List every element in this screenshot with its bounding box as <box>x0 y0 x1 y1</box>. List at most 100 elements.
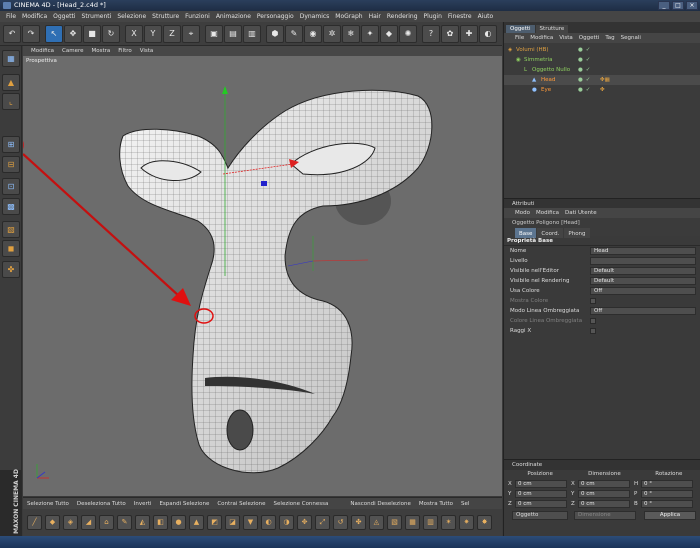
scene-object-icon[interactable]: ✦ <box>361 24 379 43</box>
tag-icon[interactable]: ✤▦ <box>600 75 610 85</box>
split-icon[interactable]: ▦ <box>405 515 420 530</box>
array-icon[interactable]: ✲ <box>323 24 341 43</box>
set-point-value-icon[interactable]: ▼ <box>243 515 258 530</box>
mirror-icon[interactable]: ◧ <box>153 515 168 530</box>
triangulate-icon[interactable]: ◬ <box>369 515 384 530</box>
display-color-swatch[interactable] <box>590 298 596 304</box>
make-editable-icon[interactable]: ▦ <box>2 50 20 67</box>
layer-field[interactable] <box>590 257 696 265</box>
reverse-normals-icon[interactable]: ✷ <box>459 515 474 530</box>
coordinate-mode-dropdown[interactable]: Oggetto <box>512 511 568 520</box>
spline-pen-icon[interactable]: ✎ <box>285 24 303 43</box>
visibility-dots[interactable]: ●✓ <box>578 65 593 75</box>
uv-mode-icon[interactable]: ▩ <box>2 198 20 215</box>
cube-icon[interactable]: ⬢ <box>266 24 284 43</box>
menu-hair[interactable]: Hair <box>366 13 384 20</box>
model-mode-icon[interactable]: ▲ <box>2 74 20 91</box>
menu-file[interactable]: File <box>3 13 19 20</box>
viewport-menu-camere[interactable]: Camere <box>58 48 87 54</box>
visibility-dots[interactable]: ●✓ <box>578 55 593 65</box>
viewport-menu-mostra[interactable]: Mostra <box>87 48 114 54</box>
redo-icon[interactable]: ↷ <box>22 24 40 43</box>
move-icon[interactable]: ✥ <box>64 24 82 43</box>
apply-button[interactable]: Applica <box>644 511 696 520</box>
axis-y-handle[interactable] <box>222 86 228 94</box>
polygon-pen-icon[interactable]: ↺ <box>333 515 348 530</box>
xray-checkbox[interactable] <box>590 328 596 334</box>
weld-icon[interactable]: ● <box>171 515 186 530</box>
menu-aiuto[interactable]: Aiuto <box>475 13 497 20</box>
tag-icon[interactable]: ✤ <box>600 85 605 95</box>
cmd-invert[interactable]: Inverti <box>130 501 156 507</box>
name-field[interactable]: Head <box>590 247 696 255</box>
tab-phong[interactable]: Phong <box>564 228 590 238</box>
tree-item-head[interactable]: ▲ Head ●✓ ✤▦ <box>504 75 700 85</box>
stitch-icon[interactable]: ▲ <box>189 515 204 530</box>
attr-menu-dati-utente[interactable]: Dati Utente <box>562 210 600 216</box>
axis-x-lock-button[interactable]: X <box>125 24 143 43</box>
menu-modifica[interactable]: Modifica <box>19 13 50 20</box>
menu-funzioni[interactable]: Funzioni <box>182 13 213 20</box>
undo-icon[interactable]: ↶ <box>3 24 21 43</box>
cmd-sel-truncated[interactable]: Sel <box>457 501 473 507</box>
workplane-icon[interactable]: ◼ <box>2 240 20 257</box>
position-x-field[interactable]: 0 cm <box>515 480 567 488</box>
menu-dynamics[interactable]: Dynamics <box>297 13 333 20</box>
minimize-button[interactable]: _ <box>658 1 670 10</box>
object-mode-icon[interactable]: ⌞ <box>2 93 20 110</box>
brush-icon[interactable]: ✎ <box>117 515 132 530</box>
deformer-icon[interactable]: ❄ <box>342 24 360 43</box>
maximize-button[interactable]: □ <box>672 1 684 10</box>
align-normals-icon[interactable]: ✸ <box>477 515 492 530</box>
render-settings-icon[interactable]: ▥ <box>243 24 261 43</box>
optimize-icon[interactable]: ✶ <box>441 515 456 530</box>
subdivide-icon[interactable]: ✤ <box>351 515 366 530</box>
close-hole-icon[interactable]: ◑ <box>279 515 294 530</box>
normal-move-icon[interactable]: ✥ <box>297 515 312 530</box>
menu-mograph[interactable]: MoGraph <box>332 13 365 20</box>
smooth-shift-icon[interactable]: ◪ <box>225 515 240 530</box>
rotation-b-field[interactable]: 0 ° <box>641 500 693 508</box>
size-y-field[interactable]: 0 cm <box>578 490 630 498</box>
magnet-icon[interactable]: ◭ <box>135 515 150 530</box>
coordinate-system-icon[interactable]: ⌖ <box>182 24 200 43</box>
tab-oggetti[interactable]: Oggetti <box>506 25 535 33</box>
normal-scale-icon[interactable]: ⤢ <box>315 515 330 530</box>
line-color-swatch[interactable] <box>590 318 596 324</box>
render-view-icon[interactable]: ▣ <box>205 24 223 43</box>
close-button[interactable]: × <box>686 1 698 10</box>
om-menu-segnali[interactable]: Segnali <box>618 35 644 41</box>
light-icon[interactable]: ✺ <box>399 24 417 43</box>
rotation-h-field[interactable]: 0 ° <box>641 480 693 488</box>
cmd-select-connected[interactable]: Selezione Connessa <box>270 501 333 507</box>
visible-editor-dropdown[interactable]: Default <box>590 267 696 275</box>
edges-mode-icon[interactable]: ⊟ <box>2 156 20 173</box>
use-color-dropdown[interactable]: Off <box>590 287 696 295</box>
menu-selezione[interactable]: Selezione <box>114 13 149 20</box>
help-icon[interactable]: ? <box>422 24 440 43</box>
viewport-menu-vista[interactable]: Vista <box>136 48 158 54</box>
size-mode-dropdown[interactable]: Dimensione <box>574 511 636 520</box>
viewport-menu-modifica[interactable]: Modifica <box>27 48 58 54</box>
rotate-icon[interactable]: ↻ <box>102 24 120 43</box>
cmd-hide-unselected[interactable]: Nascondi Deselezione <box>346 501 414 507</box>
size-z-field[interactable]: 0 cm <box>578 500 630 508</box>
size-x-field[interactable]: 0 cm <box>578 480 630 488</box>
polygons-mode-icon[interactable]: ⊡ <box>2 178 20 195</box>
points-mode-icon[interactable]: ⊞ <box>2 136 20 153</box>
menu-strutture[interactable]: Strutture <box>149 13 182 20</box>
tab-strutture[interactable]: Strutture <box>535 25 569 33</box>
visibility-dots[interactable]: ●✓ <box>578 45 593 55</box>
position-y-field[interactable]: 0 cm <box>515 490 567 498</box>
snap-icon[interactable]: ✤ <box>2 261 20 278</box>
tree-item-volumi[interactable]: ◈ Volumi (HB) ●✓ <box>504 45 700 55</box>
disconnect-icon[interactable]: ▥ <box>423 515 438 530</box>
menu-plugin[interactable]: Plugin <box>421 13 445 20</box>
visibility-dots[interactable]: ●✓ <box>578 75 593 85</box>
om-menu-modifica[interactable]: Modifica <box>527 35 556 41</box>
menu-strumenti[interactable]: Strumenti <box>79 13 115 20</box>
extrude-icon[interactable]: ◆ <box>45 515 60 530</box>
layout-icon[interactable]: ◐ <box>479 24 497 43</box>
visible-render-dropdown[interactable]: Default <box>590 277 696 285</box>
position-z-field[interactable]: 0 cm <box>515 500 567 508</box>
